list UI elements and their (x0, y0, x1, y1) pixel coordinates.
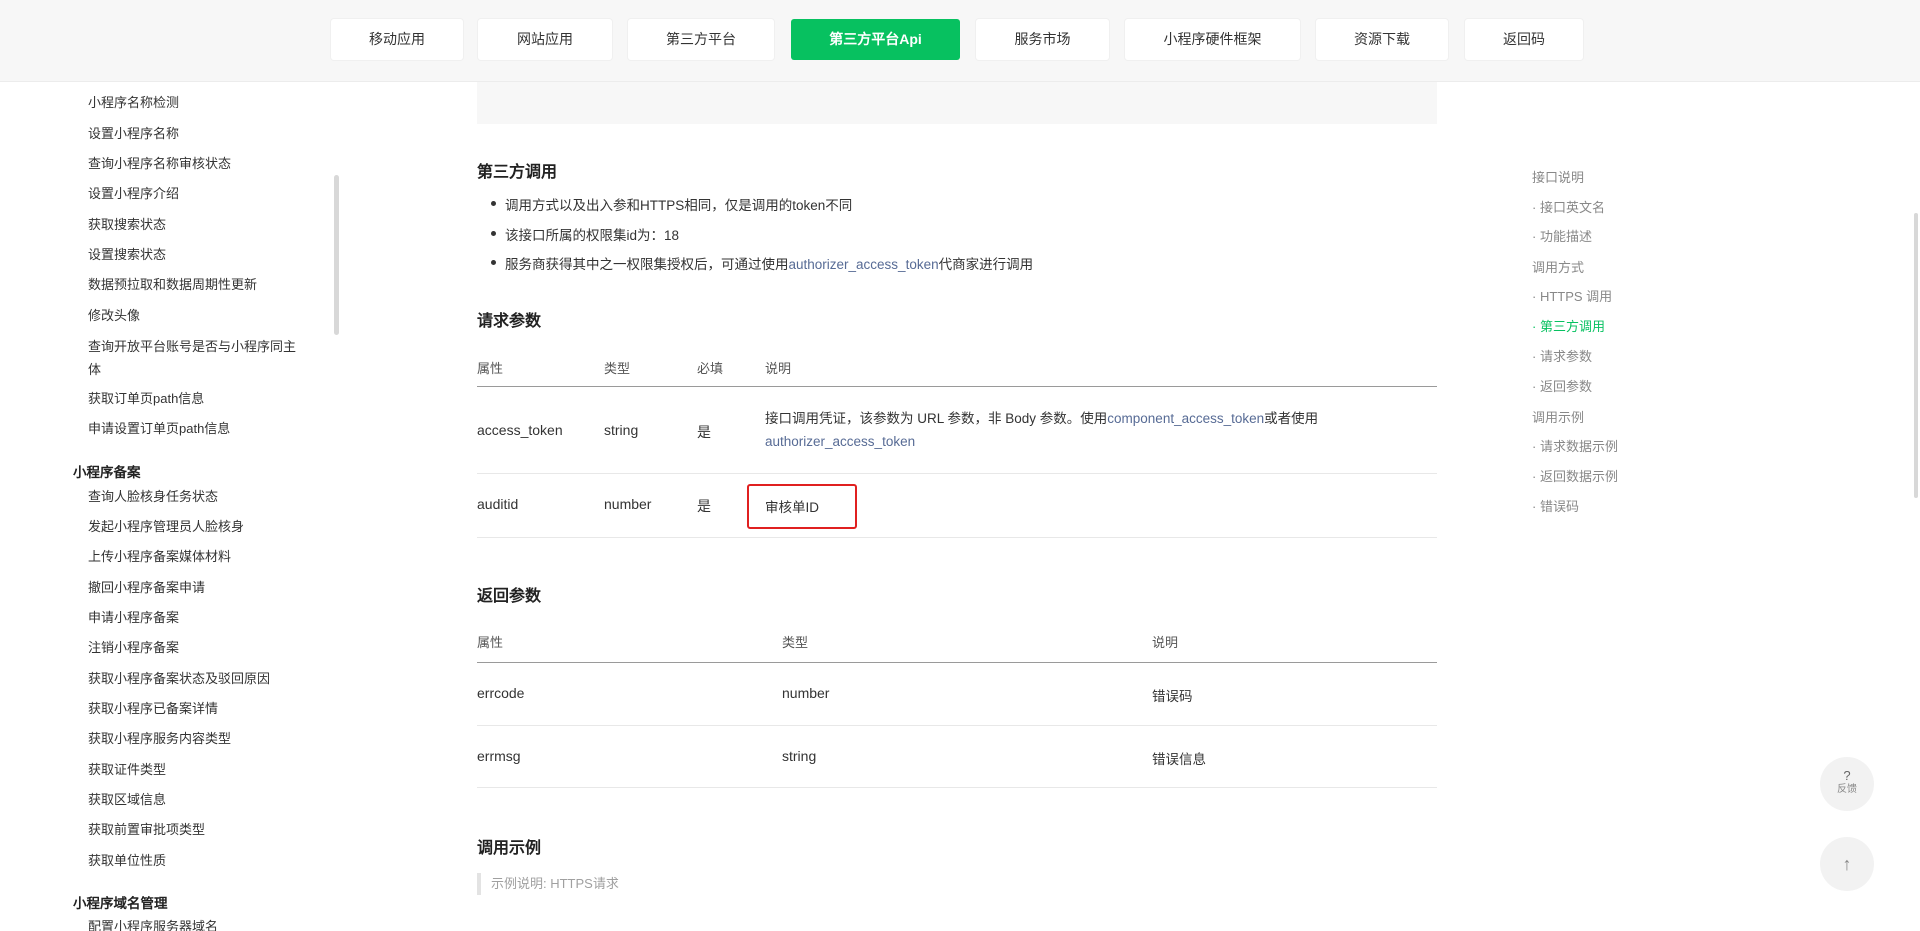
toc-item[interactable]: · 错误码 (1532, 496, 1579, 515)
bullet-item: 服务商获得其中之一权限集授权后，可通过使用authorizer_access_t… (490, 253, 1034, 273)
feedback-button[interactable]: ? 反馈 (1820, 757, 1874, 811)
bullet-text: 服务商获得其中之一权限集授权后，可通过使用 (505, 257, 789, 272)
param-name: access_token (477, 422, 563, 438)
sidebar-item[interactable]: 撤回小程序备案申请 (88, 579, 205, 597)
tab-website-app[interactable]: 网站应用 (478, 19, 612, 60)
sidebar-item[interactable]: 获取证件类型 (88, 761, 166, 779)
toc-item[interactable]: · HTTPS 调用 (1532, 286, 1612, 305)
authorizer-token-link[interactable]: authorizer_access_token (789, 257, 939, 272)
toc-item[interactable]: · 功能描述 (1532, 226, 1592, 245)
toc-item[interactable]: · 请求参数 (1532, 346, 1592, 365)
top-nav: 移动应用 网站应用 第三方平台 第三方平台Api 服务市场 小程序硬件框架 资源… (0, 0, 1920, 82)
sidebar-item[interactable]: 获取小程序服务内容类型 (88, 730, 231, 748)
sidebar-item[interactable]: 获取小程序备案状态及驳回原因 (88, 670, 270, 688)
section-title-third-party: 第三方调用 (477, 164, 558, 181)
sidebar-item[interactable]: 设置小程序介绍 (88, 185, 179, 203)
tab-third-party-platform[interactable]: 第三方平台 (628, 19, 774, 60)
table-row-divider (477, 725, 1437, 726)
sidebar-item[interactable]: 注销小程序备案 (88, 639, 179, 657)
sidebar-item[interactable]: 查询小程序名称审核状态 (88, 155, 231, 173)
toc-item-active[interactable]: · 第三方调用 (1532, 316, 1605, 335)
sidebar-item[interactable]: 数据预拉取和数据周期性更新 (88, 276, 257, 294)
param-name: errcode (477, 685, 525, 701)
sidebar-group-beian[interactable]: 小程序备案 (73, 461, 141, 481)
table-header-divider (477, 386, 1437, 387)
sidebar-item[interactable]: 修改头像 (88, 307, 140, 325)
param-name: errmsg (477, 748, 521, 764)
bullet-text: 代商家进行调用 (938, 257, 1034, 272)
param-desc: 错误码 (1152, 689, 1193, 704)
toc-item[interactable]: 调用示例 (1532, 407, 1584, 426)
tab-resource-download[interactable]: 资源下载 (1316, 19, 1448, 60)
feedback-label: 反馈 (1837, 784, 1857, 795)
table-header: 类型 (782, 635, 809, 650)
example-note: 示例说明: HTTPS请求 (477, 873, 619, 895)
param-type: string (604, 422, 639, 438)
section-title-example: 调用示例 (477, 840, 542, 857)
param-name: auditid (477, 496, 519, 512)
bullet-item: 该接口所属的权限集id为：18 (490, 224, 679, 244)
table-header-divider (477, 662, 1437, 663)
sidebar-group-domain[interactable]: 小程序域名管理 (73, 892, 168, 912)
sidebar-item[interactable]: 获取前置审批项类型 (88, 821, 205, 839)
tab-third-party-api[interactable]: 第三方平台Api (791, 19, 960, 60)
param-desc: 错误信息 (1152, 752, 1206, 767)
toc-item[interactable]: 接口说明 (1532, 167, 1584, 186)
tab-mobile-app[interactable]: 移动应用 (331, 19, 463, 60)
param-required: 是 (697, 424, 711, 440)
authorizer-token-link[interactable]: authorizer_access_token (765, 434, 915, 449)
sidebar-item[interactable]: 获取订单页path信息 (88, 390, 204, 408)
section-title-request-params: 请求参数 (477, 313, 542, 330)
sidebar (0, 82, 334, 931)
toc-item[interactable]: · 接口英文名 (1532, 197, 1605, 216)
param-type: number (604, 496, 652, 512)
sidebar-item[interactable]: 上传小程序备案媒体材料 (88, 548, 231, 566)
sidebar-item[interactable]: 获取小程序已备案详情 (88, 700, 218, 718)
table-header: 说明 (1152, 635, 1179, 650)
toc-item[interactable]: · 返回数据示例 (1532, 466, 1618, 485)
param-type: number (782, 685, 830, 701)
highlight-box (747, 484, 857, 529)
sidebar-item[interactable]: 申请小程序备案 (88, 609, 179, 627)
toc-item[interactable]: · 返回参数 (1532, 376, 1592, 395)
toc-item[interactable]: 调用方式 (1532, 257, 1584, 276)
arrow-up-icon: ↑ (1842, 854, 1852, 874)
table-row-divider (477, 473, 1437, 474)
code-block (477, 82, 1437, 124)
param-required: 是 (697, 498, 711, 514)
table-header: 必填 (697, 361, 724, 376)
table-row-divider (477, 537, 1437, 538)
component-token-link[interactable]: component_access_token (1107, 411, 1264, 426)
sidebar-item[interactable]: 申请设置订单页path信息 (88, 420, 230, 438)
section-title-return-params: 返回参数 (477, 588, 542, 605)
table-header: 类型 (604, 361, 631, 376)
toc-item[interactable]: · 请求数据示例 (1532, 436, 1618, 455)
back-to-top-button[interactable]: ↑ (1820, 837, 1874, 891)
param-type: string (782, 748, 817, 764)
page-scrollbar[interactable] (1914, 213, 1918, 498)
sidebar-scrollbar[interactable] (334, 175, 339, 335)
table-header: 属性 (477, 361, 504, 376)
table-header: 说明 (765, 361, 792, 376)
sidebar-item[interactable]: 配置小程序服务器域名 (88, 918, 218, 931)
param-desc: 接口调用凭证，该参数为 URL 参数，非 Body 参数。使用component… (765, 407, 1405, 453)
sidebar-item[interactable]: 获取单位性质 (88, 852, 166, 870)
desc-text: 接口调用凭证，该参数为 URL 参数，非 Body 参数。使用 (765, 411, 1108, 426)
sidebar-item[interactable]: 设置小程序名称 (88, 125, 179, 143)
tab-service-market[interactable]: 服务市场 (976, 19, 1109, 60)
question-icon: ? (1843, 768, 1851, 783)
tab-mini-program-hardware[interactable]: 小程序硬件框架 (1125, 19, 1300, 60)
table-row-divider (477, 787, 1437, 788)
table-header: 属性 (477, 635, 504, 650)
sidebar-item[interactable]: 设置搜索状态 (88, 246, 166, 264)
sidebar-item[interactable]: 获取区域信息 (88, 791, 166, 809)
sidebar-item[interactable]: 发起小程序管理员人脸核身 (88, 518, 244, 536)
sidebar-item[interactable]: 查询人脸核身任务状态 (88, 488, 218, 506)
desc-text: 或者使用 (1264, 411, 1319, 426)
tab-return-code[interactable]: 返回码 (1465, 19, 1583, 60)
sidebar-item[interactable]: 查询开放平台账号是否与小程序同主体 (88, 335, 308, 381)
sidebar-item[interactable]: 小程序名称检测 (88, 94, 179, 112)
bullet-item: 调用方式以及出入参和HTTPS相同，仅是调用的token不同 (490, 194, 852, 214)
sidebar-item[interactable]: 获取搜索状态 (88, 216, 166, 234)
